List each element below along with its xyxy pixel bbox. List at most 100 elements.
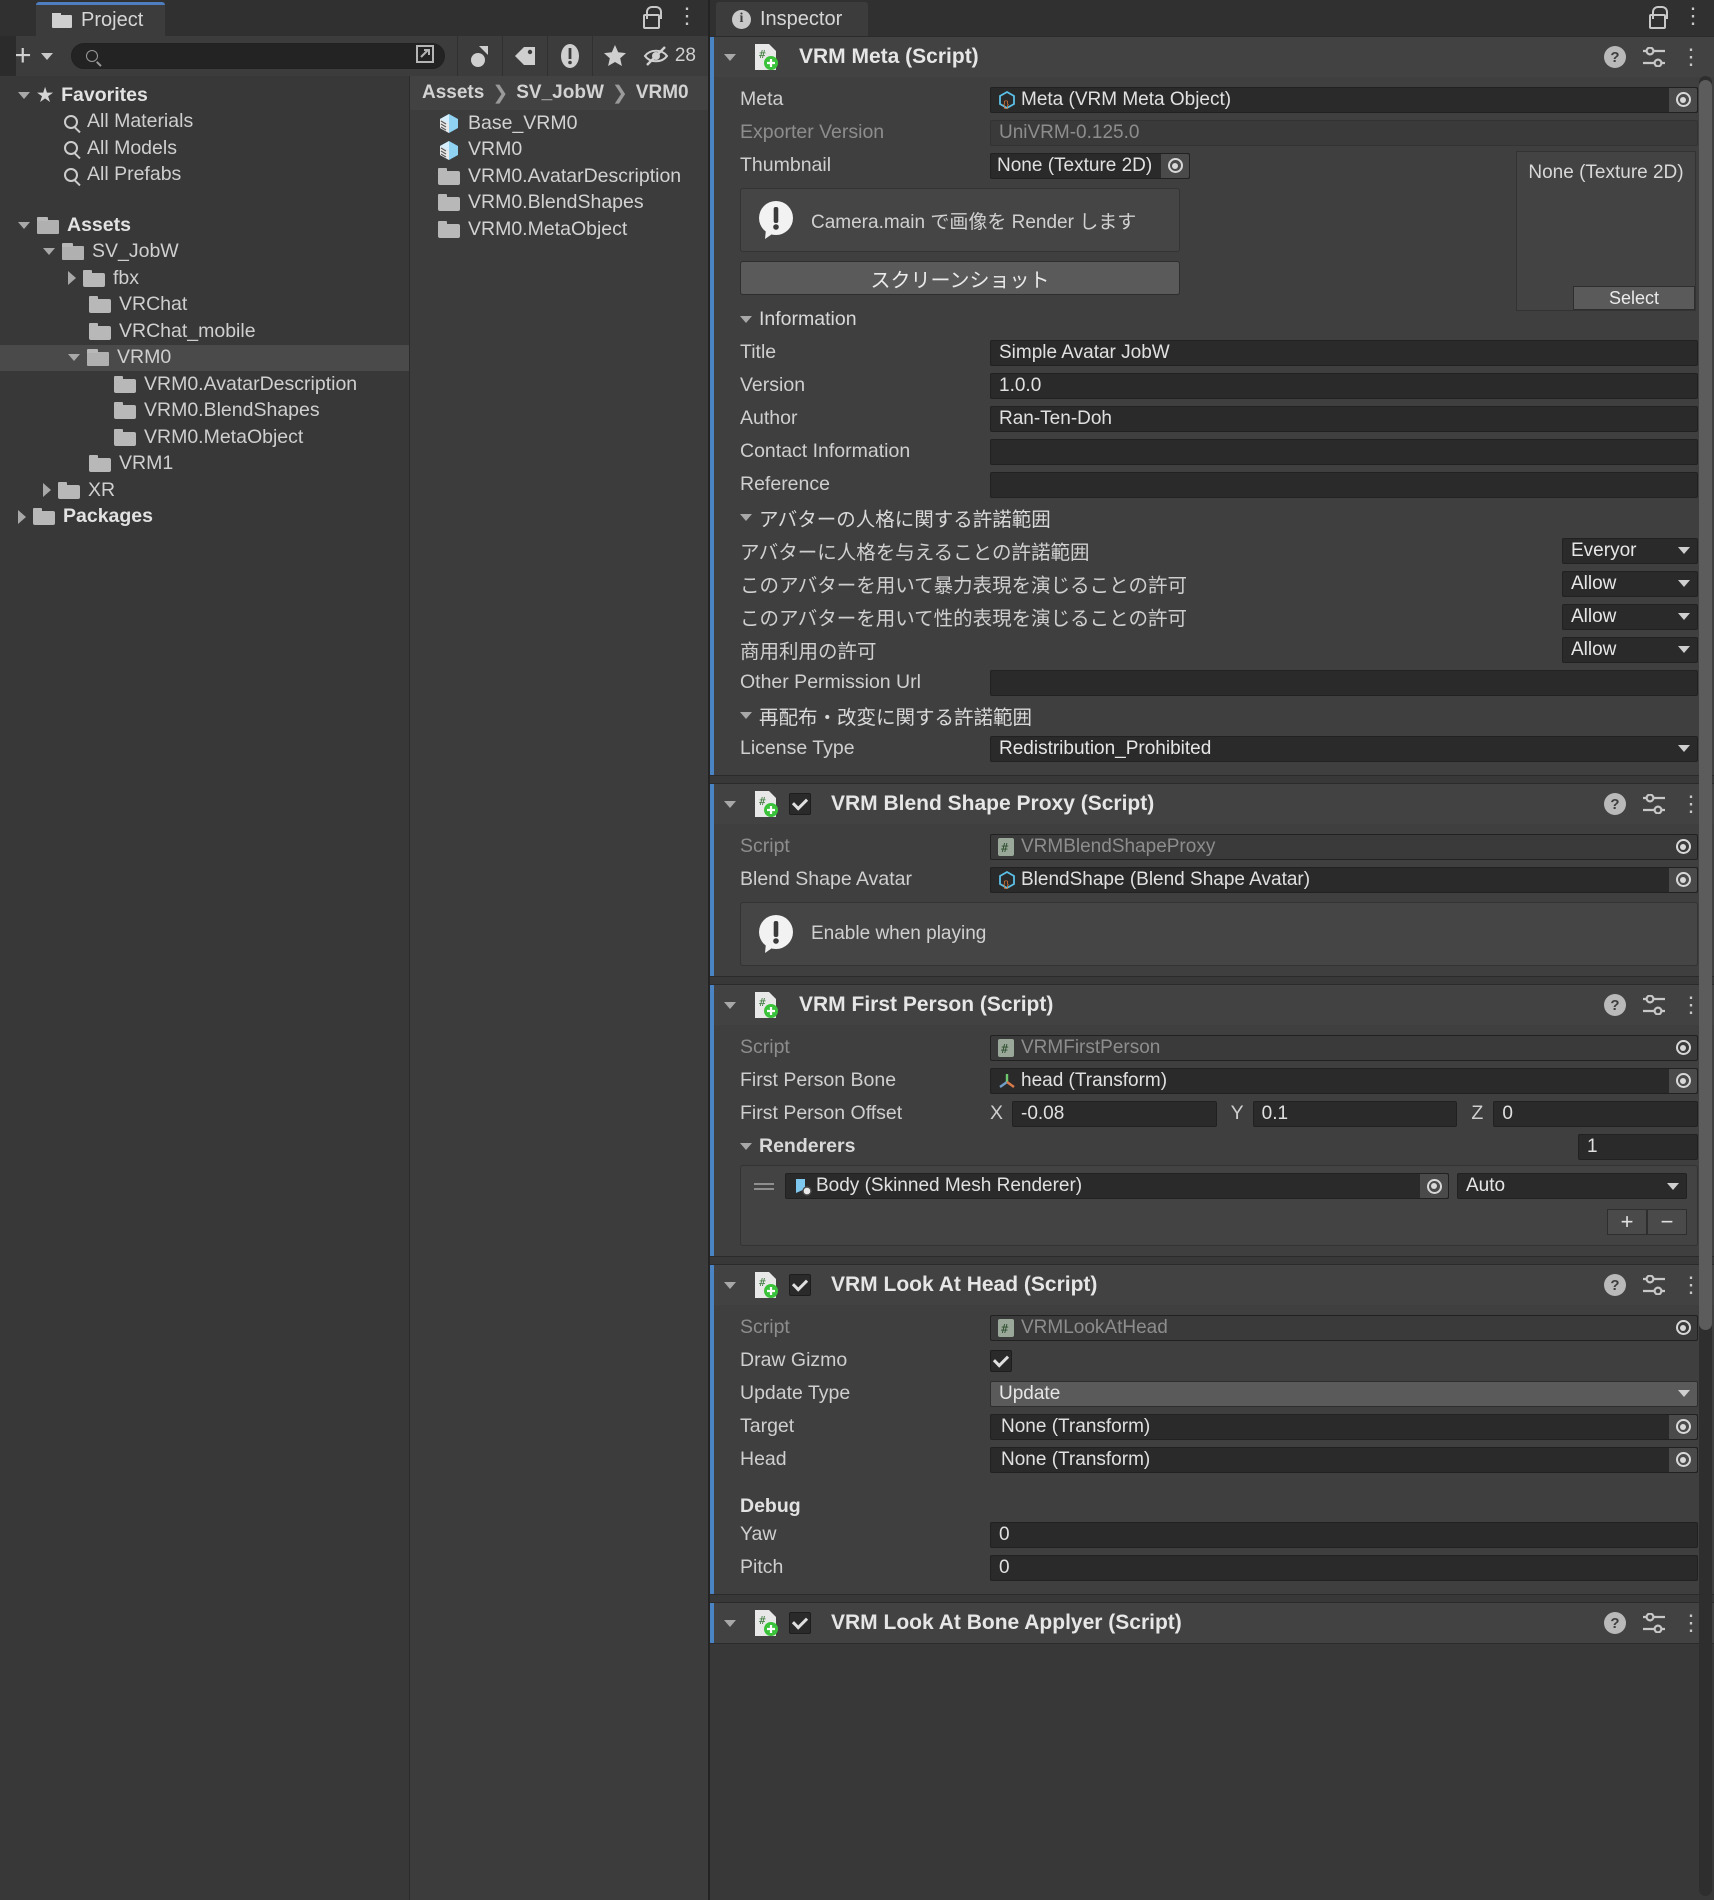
preset-icon[interactable] [1642, 46, 1665, 68]
object-picker-button[interactable] [1669, 1068, 1697, 1093]
commercial-usage-dropdown[interactable]: Allow [1562, 636, 1698, 663]
foldout-arrow-icon[interactable] [18, 91, 30, 99]
asset-item-vrm0-metaobject[interactable]: VRM0.MetaObject [410, 216, 708, 243]
renderers-size-input[interactable]: 1 [1578, 1133, 1698, 1160]
foldout-arrow-icon[interactable] [43, 483, 51, 498]
kebab-menu-icon[interactable]: ⋮ [1682, 5, 1704, 27]
object-picker-button[interactable] [1669, 1414, 1697, 1439]
foldout-arrow-icon[interactable] [18, 509, 26, 524]
lock-icon[interactable] [641, 6, 662, 29]
object-picker-button[interactable] [1420, 1174, 1448, 1198]
add-renderer-button[interactable]: + [1607, 1209, 1647, 1235]
foldout-arrow-icon[interactable] [724, 1619, 736, 1627]
tree-item-sv-jobw[interactable]: SV_JobW [0, 239, 409, 266]
component-header[interactable]: # VRM Meta (Script) ? ⋮ [710, 37, 1714, 77]
filter-by-type-button[interactable] [456, 36, 502, 76]
help-icon[interactable]: ? [1604, 994, 1626, 1016]
foldout-arrow-icon[interactable] [740, 1143, 752, 1150]
drag-handle-icon[interactable] [751, 1180, 777, 1193]
breadcrumb-item-sv_jobw[interactable]: SV_JobW [516, 82, 604, 104]
author-input[interactable]: Ran-Ten-Doh [990, 405, 1698, 432]
version-input[interactable]: 1.0.0 [990, 372, 1698, 399]
tree-item-vrm0[interactable]: VRM0 [0, 344, 409, 371]
component-menu-icon[interactable]: ⋮ [1680, 46, 1702, 68]
favorites-filter-button[interactable] [591, 36, 637, 76]
component-header[interactable]: # VRM First Person (Script) ? ⋮ [710, 985, 1714, 1025]
draw-gizmo-checkbox[interactable] [990, 1349, 1012, 1372]
breadcrumb[interactable]: Assets ❯ SV_JobW ❯ VRM0 [410, 76, 708, 110]
inspector-scrollbar-thumb[interactable] [1699, 80, 1712, 1330]
object-picker-button[interactable] [1669, 1447, 1697, 1472]
personality-foldout[interactable]: アバターの人格に関する許諾範囲 [740, 501, 1698, 534]
violent-usage-dropdown[interactable]: Allow [1562, 570, 1698, 597]
other-permission-url-input[interactable] [990, 669, 1698, 696]
object-picker-button[interactable] [1161, 153, 1189, 178]
thumbnail-object-field[interactable]: None (Texture 2D) [990, 152, 1190, 179]
renderer-flag-dropdown[interactable]: Auto [1457, 1173, 1687, 1199]
target-object-field[interactable]: None (Transform) [990, 1413, 1698, 1440]
tree-item-vrm1[interactable]: VRM1 [0, 451, 409, 478]
first-person-bone-field[interactable]: head (Transform) [990, 1067, 1698, 1094]
update-type-dropdown[interactable]: Update [990, 1380, 1698, 1407]
object-picker-button[interactable] [1669, 867, 1697, 892]
search-text-field[interactable] [107, 45, 436, 67]
foldout-arrow-icon[interactable] [724, 1281, 736, 1289]
tree-item-packages[interactable]: Packages [0, 504, 409, 531]
tree-item-vrm0-avatardescription[interactable]: VRM0.AvatarDescription [0, 371, 409, 398]
preset-icon[interactable] [1642, 1612, 1665, 1634]
tree-item-vrm0-metaobject[interactable]: VRM0.MetaObject [0, 424, 409, 451]
tree-item-xr[interactable]: XR [0, 477, 409, 504]
head-object-field[interactable]: None (Transform) [990, 1446, 1698, 1473]
license-type-dropdown[interactable]: Redistribution_Prohibited [990, 735, 1698, 762]
tree-item-assets[interactable]: Assets [0, 212, 409, 239]
create-asset-button[interactable]: + [14, 41, 32, 71]
hidden-assets-count[interactable]: 28 [637, 45, 708, 67]
title-input[interactable]: Simple Avatar JobW [990, 339, 1698, 366]
tree-item-all-materials[interactable]: All Materials [0, 109, 409, 136]
foldout-arrow-icon[interactable] [724, 800, 736, 808]
foldout-arrow-icon[interactable] [724, 1001, 736, 1009]
foldout-arrow-icon[interactable] [43, 248, 55, 256]
blend-shape-avatar-field[interactable]: {} BlendShape (Blend Shape Avatar) [990, 866, 1698, 893]
tree-item-fbx[interactable]: fbx [0, 265, 409, 292]
reference-input[interactable] [990, 471, 1698, 498]
component-enabled-checkbox[interactable] [789, 1612, 811, 1634]
sexual-usage-dropdown[interactable]: Allow [1562, 603, 1698, 630]
component-header[interactable]: # VRM Look At Head (Script) ? ⋮ [710, 1265, 1714, 1305]
contact-information-input[interactable] [990, 438, 1698, 465]
kebab-menu-icon[interactable]: ⋮ [676, 5, 698, 27]
help-icon[interactable]: ? [1604, 46, 1626, 68]
allowed-user-dropdown[interactable]: Everyor [1562, 537, 1698, 564]
redistribution-foldout[interactable]: 再配布・改変に関する許諾範囲 [740, 699, 1698, 732]
help-icon[interactable]: ? [1604, 1612, 1626, 1634]
offset-x-input[interactable]: -0.08 [1012, 1100, 1217, 1127]
tree-item-vrchat-mobile[interactable]: VRChat_mobile [0, 318, 409, 345]
renderer-object-field[interactable]: Body (Skinned Mesh Renderer) [785, 1173, 1449, 1199]
offset-z-input[interactable]: 0 [1493, 1100, 1699, 1127]
object-picker-button[interactable] [1669, 87, 1697, 112]
foldout-arrow-icon[interactable] [724, 53, 736, 61]
tab-project[interactable]: Project [36, 2, 166, 36]
chevron-down-icon[interactable] [40, 52, 53, 60]
yaw-input[interactable]: 0 [990, 1521, 1698, 1548]
help-icon[interactable]: ? [1604, 793, 1626, 815]
breadcrumb-item-vrm0[interactable]: VRM0 [636, 82, 689, 104]
tree-item-favorites[interactable]: ★ Favorites [0, 82, 409, 109]
preset-icon[interactable] [1642, 994, 1665, 1016]
tab-inspector[interactable]: i Inspector [716, 2, 869, 36]
filter-by-label-button[interactable] [501, 36, 547, 76]
asset-item-vrm0-avatardescription[interactable]: VRM0.AvatarDescription [410, 163, 708, 190]
search-input[interactable] [70, 43, 445, 69]
component-header[interactable]: # VRM Look At Bone Applyer (Script) ? ⋮ [710, 1603, 1714, 1643]
foldout-arrow-icon[interactable] [740, 514, 752, 521]
foldout-arrow-icon[interactable] [740, 712, 752, 719]
thumbnail-select-button[interactable]: Select [1573, 286, 1695, 310]
asset-item-base-vrm0[interactable]: Base_VRM0 [410, 110, 708, 137]
asset-item-vrm0[interactable]: VRM0 [410, 137, 708, 164]
foldout-arrow-icon[interactable] [68, 271, 76, 286]
component-enabled-checkbox[interactable] [789, 1274, 811, 1296]
help-icon[interactable]: ? [1604, 1274, 1626, 1296]
foldout-arrow-icon[interactable] [68, 354, 80, 362]
component-enabled-checkbox[interactable] [789, 793, 811, 815]
tree-item-vrm0-blendshapes[interactable]: VRM0.BlendShapes [0, 398, 409, 425]
